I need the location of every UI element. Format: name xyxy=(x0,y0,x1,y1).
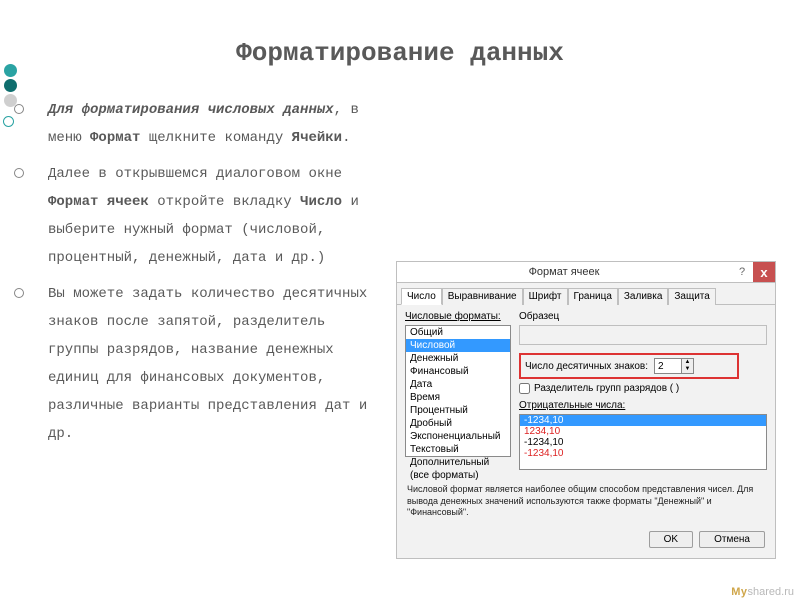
negative-option[interactable]: -1234,10 xyxy=(520,448,766,459)
negatives-list[interactable]: -1234,10 1234,10 -1234,10 -1234,10 xyxy=(519,414,767,470)
format-option[interactable]: (все форматы) xyxy=(406,469,510,482)
tab-protection[interactable]: Защита xyxy=(668,288,715,305)
format-option[interactable]: Время xyxy=(406,391,510,404)
list-item: Вы можете задать количество десятичных з… xyxy=(12,280,384,448)
format-option[interactable]: Дата xyxy=(406,378,510,391)
format-option[interactable]: Денежный xyxy=(406,352,510,365)
format-option[interactable]: Финансовый xyxy=(406,365,510,378)
negative-option[interactable]: -1234,10 xyxy=(520,437,766,448)
help-icon[interactable]: ? xyxy=(731,262,753,282)
format-option[interactable]: Дробный xyxy=(406,417,510,430)
thousands-label: Разделитель групп разрядов ( ) xyxy=(534,383,679,394)
ok-button[interactable]: OK xyxy=(649,531,693,548)
chevron-up-icon[interactable]: ▲ xyxy=(681,359,693,366)
dialog-titlebar: Формат ячеек ? x xyxy=(396,261,776,283)
format-option[interactable]: Общий xyxy=(406,326,510,339)
tab-number[interactable]: Число xyxy=(401,288,442,305)
format-option[interactable]: Процентный xyxy=(406,404,510,417)
sample-label: Образец xyxy=(519,311,767,322)
close-icon[interactable]: x xyxy=(753,262,775,282)
decimal-label: Число десятичных знаков: xyxy=(525,361,648,372)
cancel-button[interactable]: Отмена xyxy=(699,531,765,548)
dialog-tabs: Число Выравнивание Шрифт Граница Заливка… xyxy=(397,283,775,305)
tab-font[interactable]: Шрифт xyxy=(523,288,568,305)
negatives-label: Отрицательные числа: xyxy=(519,400,767,411)
formats-label: Числовые форматы: xyxy=(405,311,511,322)
format-option[interactable]: Числовой xyxy=(406,339,510,352)
tab-border[interactable]: Граница xyxy=(568,288,618,305)
list-item: Для форматирования числовых данных, в ме… xyxy=(12,96,384,152)
page-title: Форматирование данных xyxy=(0,0,800,96)
sample-box xyxy=(519,325,767,345)
format-option[interactable]: Дополнительный xyxy=(406,456,510,469)
tab-alignment[interactable]: Выравнивание xyxy=(442,288,523,305)
thousands-checkbox[interactable] xyxy=(519,383,530,394)
chevron-down-icon[interactable]: ▼ xyxy=(681,366,693,373)
negative-option[interactable]: -1234,10 xyxy=(520,415,766,426)
list-item: Далее в открывшемся диалоговом окне Форм… xyxy=(12,160,384,272)
dialog-body: Число Выравнивание Шрифт Граница Заливка… xyxy=(396,283,776,559)
decimal-places-row: Число десятичных знаков: ▲ ▼ xyxy=(519,353,739,379)
tab-fill[interactable]: Заливка xyxy=(618,288,669,305)
bullet-list: Для форматирования числовых данных, в ме… xyxy=(12,96,384,448)
format-option[interactable]: Экспоненциальный xyxy=(406,430,510,443)
format-option[interactable]: Текстовый xyxy=(406,443,510,456)
watermark: Myshared.ru xyxy=(731,586,794,598)
format-cells-dialog: Формат ячеек ? x Число Выравнивание Шриф… xyxy=(396,261,776,559)
negative-option[interactable]: 1234,10 xyxy=(520,426,766,437)
decimal-input[interactable] xyxy=(655,359,681,373)
format-list[interactable]: Общий Числовой Денежный Финансовый Дата … xyxy=(405,325,511,457)
dialog-title: Формат ячеек xyxy=(397,266,731,278)
decimal-spinner[interactable]: ▲ ▼ xyxy=(654,358,694,374)
